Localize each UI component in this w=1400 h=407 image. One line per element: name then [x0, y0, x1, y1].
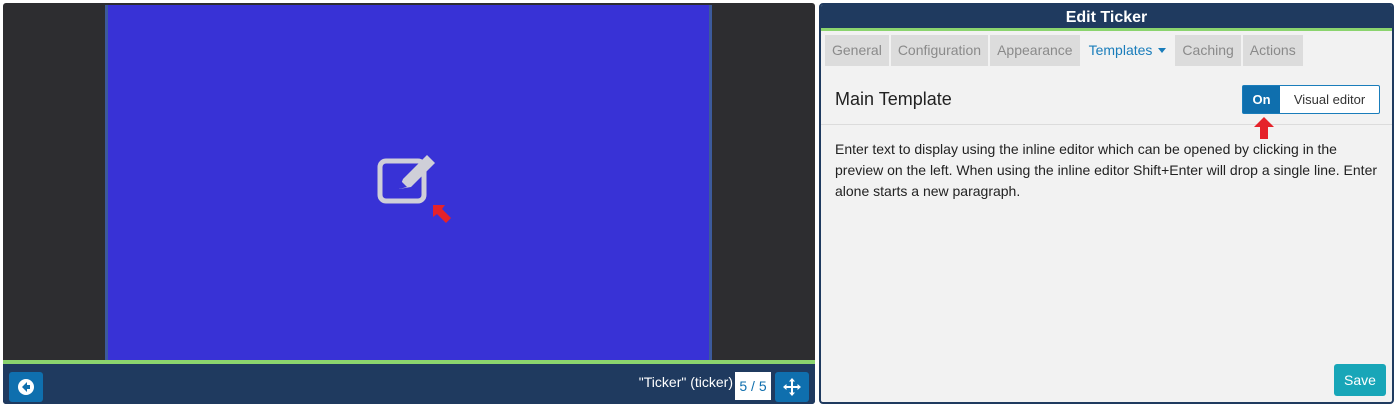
tab-templates-label: Templates — [1088, 42, 1153, 58]
edit-square-icon[interactable] — [377, 153, 441, 209]
save-button[interactable]: Save — [1334, 364, 1386, 396]
preview-toolbar: "Ticker" (ticker) 5 / 5 — [3, 360, 815, 404]
tab-appearance[interactable]: Appearance — [990, 35, 1080, 66]
section-title: Main Template — [835, 89, 952, 109]
tab-templates[interactable]: Templates — [1082, 35, 1174, 66]
visual-editor-toggle[interactable]: On Visual editor — [1242, 85, 1380, 114]
tab-bar: General Configuration Appearance Templat… — [821, 31, 1392, 66]
red-arrow-icon — [1254, 117, 1274, 139]
template-description: Enter text to display using the inline e… — [835, 141, 1378, 199]
panel-title: Edit Ticker — [821, 5, 1392, 31]
move-arrows-icon — [783, 378, 801, 396]
tab-general[interactable]: General — [825, 35, 889, 66]
page-counter: 5 / 5 — [735, 372, 771, 400]
layout-preview: "Ticker" (ticker) 5 / 5 — [3, 3, 815, 404]
toggle-on-label[interactable]: On — [1243, 86, 1280, 113]
preview-canvas[interactable] — [105, 5, 712, 362]
red-arrow-icon — [433, 205, 451, 223]
template-section-header: Main Template On Visual editor — [821, 69, 1392, 139]
toggle-off-label[interactable]: Visual editor — [1280, 86, 1379, 113]
tab-configuration[interactable]: Configuration — [890, 35, 989, 66]
widget-name-label: "Ticker" (ticker) — [638, 374, 733, 390]
tab-caching[interactable]: Caching — [1175, 35, 1241, 66]
move-button[interactable] — [775, 372, 809, 402]
edit-panel: Edit Ticker General Configuration Appear… — [819, 3, 1394, 404]
back-arrow-circle-icon — [18, 379, 34, 395]
caret-down-icon — [1158, 47, 1167, 53]
tab-actions[interactable]: Actions — [1242, 35, 1303, 66]
back-button[interactable] — [9, 372, 43, 402]
